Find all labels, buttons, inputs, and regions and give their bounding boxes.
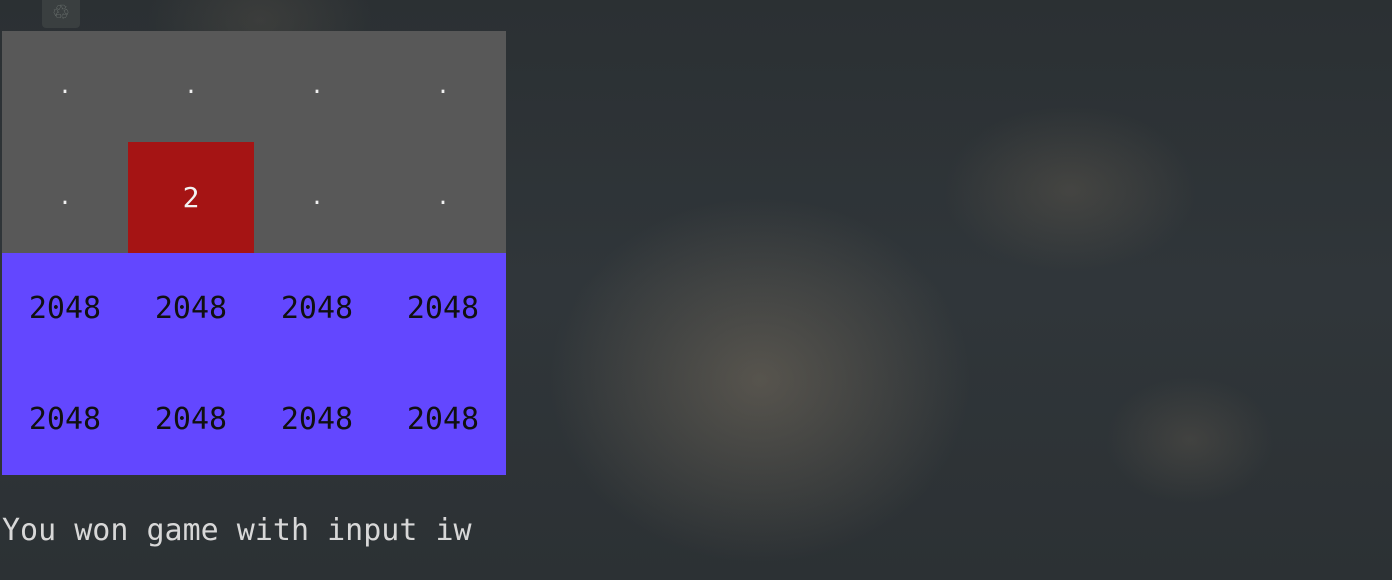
tile-r4-c3: 2048 — [254, 364, 380, 475]
tile-r2-c1: . — [2, 142, 128, 253]
tile-r1-c4: . — [380, 31, 506, 142]
game-board: . . . . . 2 . . 2048 2048 2048 2048 2048… — [2, 31, 506, 475]
tile-r4-c2: 2048 — [128, 364, 254, 475]
tile-r1-c1: . — [2, 31, 128, 142]
tile-r4-c1: 2048 — [2, 364, 128, 475]
tile-r2-c2: 2 — [128, 142, 254, 253]
tile-r4-c4: 2048 — [380, 364, 506, 475]
tile-r1-c2: . — [128, 31, 254, 142]
tile-r3-c2: 2048 — [128, 253, 254, 364]
tile-r2-c4: . — [380, 142, 506, 253]
recycle-icon: ♲ — [42, 0, 80, 28]
status-message: You won game with input iw — [2, 513, 472, 548]
tile-r3-c1: 2048 — [2, 253, 128, 364]
tile-r3-c3: 2048 — [254, 253, 380, 364]
tile-r2-c3: . — [254, 142, 380, 253]
tile-r1-c3: . — [254, 31, 380, 142]
tile-r3-c4: 2048 — [380, 253, 506, 364]
